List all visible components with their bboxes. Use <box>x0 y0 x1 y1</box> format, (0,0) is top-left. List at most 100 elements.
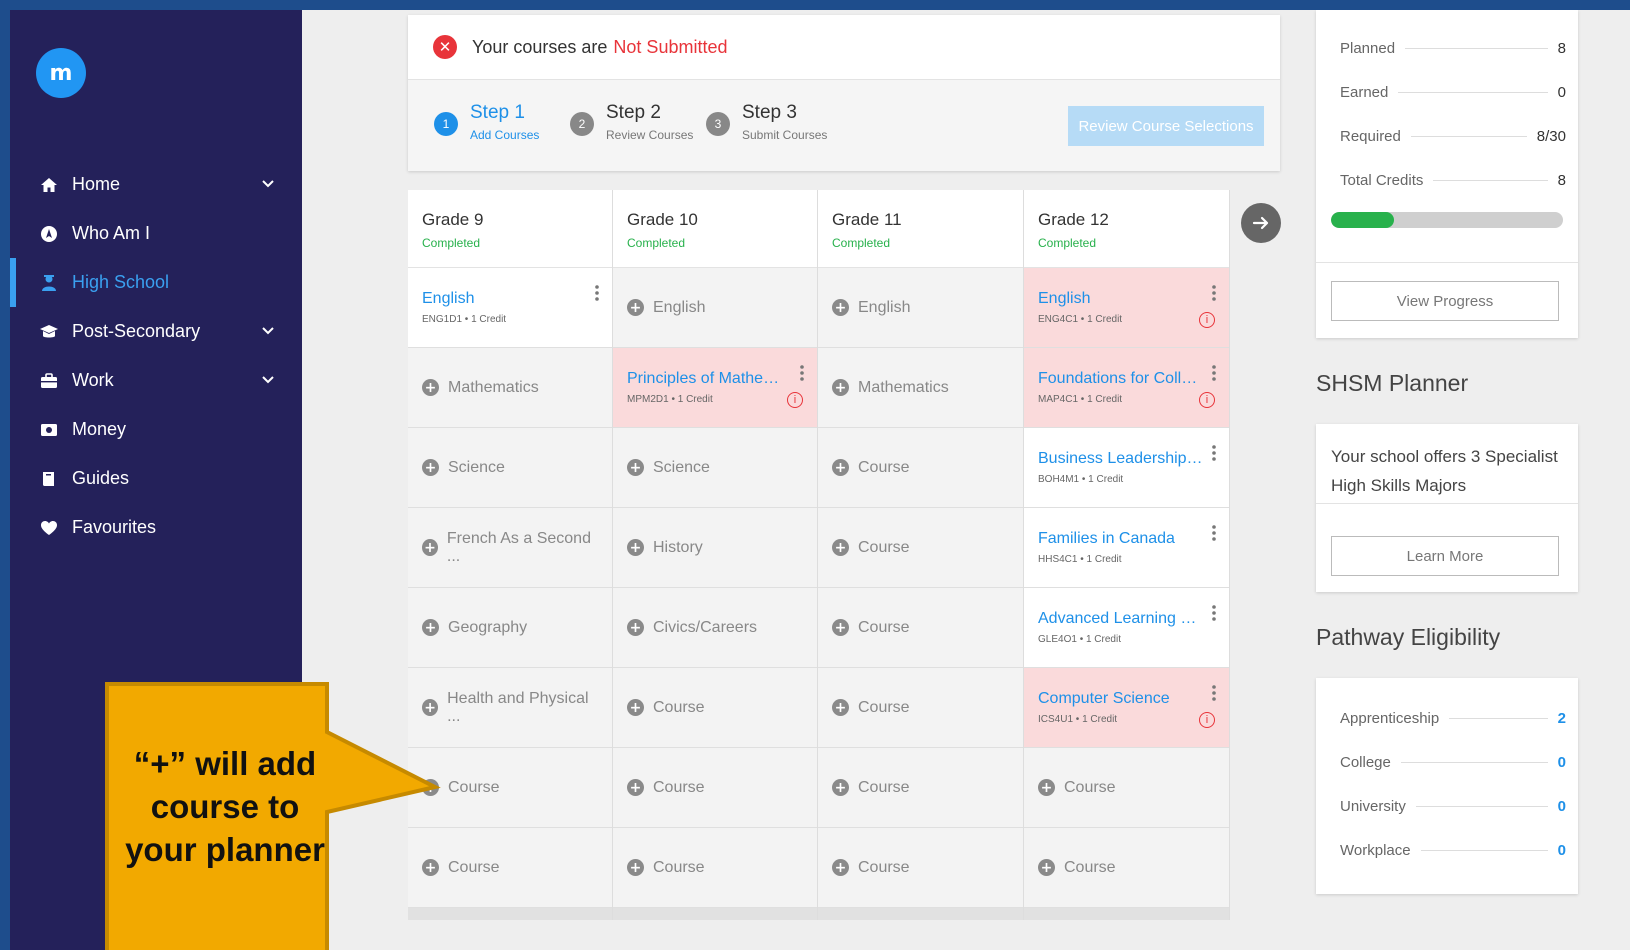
kebab-menu-icon[interactable] <box>1211 684 1217 702</box>
myblueprint-logo[interactable]: m <box>36 48 86 98</box>
pathway-count[interactable]: 0 <box>1558 842 1566 859</box>
chevron-down-icon[interactable] <box>260 322 278 340</box>
plus-circle-icon[interactable]: + <box>832 779 849 796</box>
course-card[interactable]: Principles of Mathema... MPM2D1 • 1 Credi… <box>613 348 817 428</box>
course-slot-label: Science <box>448 458 505 476</box>
add-course-slot[interactable]: + Science <box>613 428 817 508</box>
course-card[interactable]: Computer Science ICS4U1 • 1 Credit i <box>1024 668 1229 748</box>
plus-circle-icon[interactable]: + <box>832 619 849 636</box>
review-course-selections-button[interactable]: Review Course Selections <box>1068 106 1264 146</box>
sidebar-item-guides[interactable]: Guides <box>10 454 302 503</box>
add-course-slot[interactable]: + Civics/Careers <box>613 588 817 668</box>
add-course-slot[interactable]: + Course <box>818 748 1023 828</box>
add-course-slot[interactable]: + History <box>613 508 817 588</box>
warning-info-icon[interactable]: i <box>1199 392 1215 408</box>
plus-circle-icon[interactable]: + <box>422 539 438 556</box>
course-name[interactable]: Principles of Mathema... <box>627 370 792 388</box>
plus-circle-icon[interactable]: + <box>832 459 849 476</box>
add-course-slot[interactable]: + Geography <box>408 588 612 668</box>
add-course-slot[interactable]: + English <box>818 268 1023 348</box>
step-2[interactable]: 2 Step 2 Review Courses <box>570 102 693 142</box>
course-name[interactable]: English <box>1038 290 1203 308</box>
plus-circle-icon[interactable]: + <box>832 699 849 716</box>
plus-circle-icon[interactable]: + <box>627 859 644 876</box>
course-card[interactable]: Business Leadership: ... BOH4M1 • 1 Credi… <box>1024 428 1229 508</box>
pathway-count[interactable]: 2 <box>1558 710 1566 727</box>
course-card[interactable]: Families in Canada HHS4C1 • 1 Credit <box>1024 508 1229 588</box>
kebab-menu-icon[interactable] <box>799 364 805 382</box>
chevron-down-icon[interactable] <box>260 175 278 193</box>
course-name[interactable]: Families in Canada <box>1038 530 1203 548</box>
pathway-count[interactable]: 0 <box>1558 798 1566 815</box>
add-course-slot[interactable]: + Course <box>818 828 1023 908</box>
warning-info-icon[interactable]: i <box>1199 712 1215 728</box>
plus-circle-icon[interactable]: + <box>832 859 849 876</box>
plus-circle-icon[interactable]: + <box>627 459 644 476</box>
add-course-slot[interactable]: + Mathematics <box>408 348 612 428</box>
step-3[interactable]: 3 Step 3 Submit Courses <box>706 102 827 142</box>
kebab-menu-icon[interactable] <box>1211 364 1217 382</box>
add-course-slot[interactable]: + Course <box>613 828 817 908</box>
pathway-count[interactable]: 0 <box>1558 754 1566 771</box>
plus-circle-icon[interactable]: + <box>627 779 644 796</box>
sidebar-item-money[interactable]: Money <box>10 405 302 454</box>
sidebar-item-high-school[interactable]: High School <box>10 258 302 307</box>
add-course-slot[interactable]: + Mathematics <box>818 348 1023 428</box>
plus-circle-icon[interactable]: + <box>832 539 849 556</box>
plus-circle-icon[interactable]: + <box>422 379 439 396</box>
plus-circle-icon[interactable]: + <box>422 619 439 636</box>
add-course-slot[interactable]: + French As a Second ... <box>408 508 612 588</box>
course-name[interactable]: English <box>422 290 587 308</box>
add-course-slot[interactable]: + Course <box>818 428 1023 508</box>
course-card[interactable]: Advanced Learning Str... GLE4O1 • 1 Credi… <box>1024 588 1229 668</box>
add-course-slot[interactable]: + Course <box>1024 828 1229 908</box>
pathway-row-college[interactable]: College 0 <box>1316 740 1578 784</box>
add-course-slot[interactable]: + Course <box>818 668 1023 748</box>
course-name[interactable]: Advanced Learning Str... <box>1038 610 1203 628</box>
warning-info-icon[interactable]: i <box>1199 312 1215 328</box>
sidebar-item-home[interactable]: Home <box>10 160 302 209</box>
add-course-slot[interactable]: + Course <box>818 588 1023 668</box>
course-card[interactable]: English ENG4C1 • 1 Credit i <box>1024 268 1229 348</box>
kebab-menu-icon[interactable] <box>1211 284 1217 302</box>
pathway-row-workplace[interactable]: Workplace 0 <box>1316 828 1578 872</box>
kebab-menu-icon[interactable] <box>1211 444 1217 462</box>
sidebar-item-who-am-i[interactable]: Who Am I <box>10 209 302 258</box>
course-code: ICS4U1 • 1 Credit <box>1038 714 1118 725</box>
warning-info-icon[interactable]: i <box>787 392 803 408</box>
pathway-row-apprenticeship[interactable]: Apprenticeship 2 <box>1316 696 1578 740</box>
pathway-row-university[interactable]: University 0 <box>1316 784 1578 828</box>
step-1[interactable]: 1 Step 1 Add Courses <box>434 102 539 142</box>
plus-circle-icon[interactable]: + <box>832 379 849 396</box>
plus-circle-icon[interactable]: + <box>422 459 439 476</box>
add-course-slot[interactable]: + Course <box>818 508 1023 588</box>
view-progress-button[interactable]: View Progress <box>1331 281 1559 321</box>
add-course-slot[interactable]: + Course <box>613 668 817 748</box>
kebab-menu-icon[interactable] <box>1211 524 1217 542</box>
chevron-down-icon[interactable] <box>260 371 278 389</box>
plus-circle-icon[interactable]: + <box>627 539 644 556</box>
sidebar-item-work[interactable]: Work <box>10 356 302 405</box>
plus-circle-icon[interactable]: + <box>627 619 644 636</box>
plus-circle-icon[interactable]: + <box>832 299 849 316</box>
sidebar-item-post-secondary[interactable]: Post-Secondary <box>10 307 302 356</box>
course-name[interactable]: Foundations for Colleg... <box>1038 370 1203 388</box>
plus-circle-icon[interactable]: + <box>627 699 644 716</box>
kebab-menu-icon[interactable] <box>1211 604 1217 622</box>
plus-circle-icon[interactable]: + <box>627 299 644 316</box>
grade-status: Completed <box>832 236 891 250</box>
course-name[interactable]: Computer Science <box>1038 690 1203 708</box>
plus-circle-icon[interactable]: + <box>1038 859 1055 876</box>
next-arrow-button[interactable] <box>1241 203 1281 243</box>
add-course-slot[interactable]: + English <box>613 268 817 348</box>
sidebar-item-favourites[interactable]: Favourites <box>10 503 302 552</box>
course-name[interactable]: Business Leadership: ... <box>1038 450 1203 468</box>
plus-circle-icon[interactable]: + <box>1038 779 1055 796</box>
kebab-menu-icon[interactable] <box>594 284 600 302</box>
course-card[interactable]: Foundations for Colleg... MAP4C1 • 1 Cred… <box>1024 348 1229 428</box>
add-course-slot[interactable]: + Course <box>613 748 817 828</box>
add-course-slot[interactable]: + Science <box>408 428 612 508</box>
add-course-slot[interactable]: + Course <box>1024 748 1229 828</box>
learn-more-button[interactable]: Learn More <box>1331 536 1559 576</box>
course-card[interactable]: English ENG1D1 • 1 Credit <box>408 268 612 348</box>
